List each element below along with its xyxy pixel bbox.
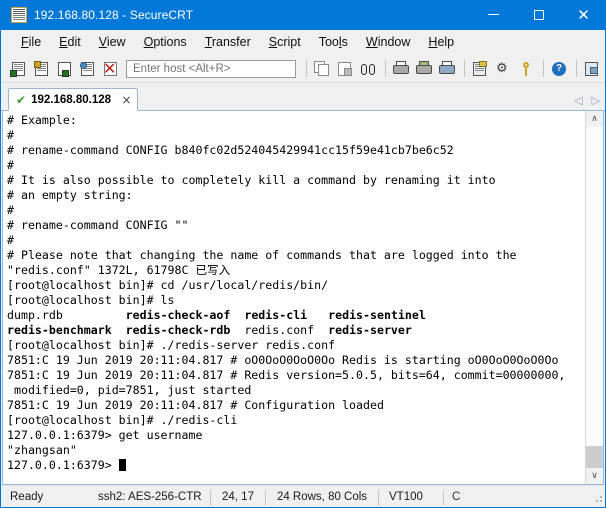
maximize-button[interactable] xyxy=(516,0,561,30)
menu-file[interactable]: File xyxy=(12,32,50,52)
print-icon[interactable] xyxy=(391,59,411,79)
tab-prev-icon[interactable]: ◁ xyxy=(574,94,582,107)
menu-view[interactable]: View xyxy=(90,32,135,52)
tab-label: 192.168.80.128 xyxy=(31,93,112,106)
close-icon: ✕ xyxy=(577,5,590,24)
new-session-icon[interactable] xyxy=(9,59,29,79)
help-icon[interactable]: ? xyxy=(549,59,569,79)
terminal-cursor xyxy=(118,459,126,471)
menu-options[interactable]: Options xyxy=(135,32,196,52)
disconnect-icon[interactable]: ✕ xyxy=(101,59,121,79)
resize-grip[interactable] xyxy=(590,490,604,504)
find-icon[interactable] xyxy=(358,59,378,79)
tab-bar: ✔ 192.168.80.128 × ◁ ▷ xyxy=(0,83,606,111)
status-ready: Ready xyxy=(10,491,44,503)
close-button[interactable]: ✕ xyxy=(561,0,606,30)
menu-tools[interactable]: Tools xyxy=(310,32,357,52)
scroll-down-button[interactable]: ∨ xyxy=(586,468,603,484)
toolbar-separator-2 xyxy=(385,60,386,77)
terminal-text: # Example: # # rename-command CONFIG b84… xyxy=(7,113,566,472)
toolbar-separator-5 xyxy=(576,60,577,77)
arrange-windows-icon[interactable] xyxy=(582,59,602,79)
status-encryption: ssh2: AES-256-CTR xyxy=(98,491,202,503)
key-icon[interactable] xyxy=(516,59,536,79)
toolbar-separator-3 xyxy=(464,60,465,77)
print-screen-icon[interactable] xyxy=(437,59,457,79)
reconnect-icon[interactable] xyxy=(78,59,98,79)
terminal-area: # Example: # # rename-command CONFIG b84… xyxy=(2,111,604,485)
connected-check-icon: ✔ xyxy=(16,92,27,107)
terminal-screen[interactable]: # Example: # # rename-command CONFIG b84… xyxy=(3,111,585,484)
status-cursor-position: 24, 17 xyxy=(222,491,254,503)
menu-help[interactable]: Help xyxy=(419,32,463,52)
window-title: 192.168.80.128 - SecureCRT xyxy=(34,8,194,22)
tool-bar: ✕ ⚙ xyxy=(0,55,606,83)
scrollbar-thumb[interactable] xyxy=(586,446,603,468)
tab-close-icon[interactable]: × xyxy=(120,93,133,107)
status-capture: C xyxy=(452,491,461,503)
toolbar-separator-4 xyxy=(543,60,544,77)
title-bar: 192.168.80.128 - SecureCRT ✕ xyxy=(0,0,606,30)
status-bar: Ready ssh2: AES-256-CTR 24, 17 24 Rows, … xyxy=(0,485,606,508)
print-selection-icon[interactable] xyxy=(414,59,434,79)
tab-nav-buttons: ◁ ▷ xyxy=(574,94,606,110)
minimize-button[interactable] xyxy=(471,0,516,30)
securecrt-window: 192.168.80.128 - SecureCRT ✕ File Edit V… xyxy=(0,0,606,508)
menu-script[interactable]: Script xyxy=(260,32,310,52)
window-controls: ✕ xyxy=(471,0,606,30)
menu-bar: File Edit View Options Transfer Script T… xyxy=(0,30,606,55)
tab-next-icon[interactable]: ▷ xyxy=(592,94,600,107)
toolbar-separator xyxy=(306,60,307,77)
menu-window[interactable]: Window xyxy=(357,32,419,52)
status-emulation: VT100 xyxy=(389,491,423,503)
menu-edit[interactable]: Edit xyxy=(50,32,90,52)
connect-sftp-icon[interactable] xyxy=(32,59,52,79)
host-input[interactable] xyxy=(131,61,295,76)
log-session-icon[interactable] xyxy=(470,59,490,79)
status-dimensions: 24 Rows, 80 Cols xyxy=(276,491,368,503)
connect-in-tab-icon[interactable] xyxy=(55,59,75,79)
paste-icon[interactable] xyxy=(335,59,355,79)
scroll-up-button[interactable]: ∧ xyxy=(586,111,603,127)
scrollbar-track[interactable] xyxy=(586,127,603,468)
securecrt-icon xyxy=(11,7,27,23)
terminal-scrollbar[interactable]: ∧ ∨ xyxy=(585,111,603,484)
maximize-icon xyxy=(533,10,544,20)
session-options-icon[interactable]: ⚙ xyxy=(493,59,513,79)
minimize-icon xyxy=(488,14,499,15)
host-input-box[interactable] xyxy=(126,59,296,78)
menu-transfer[interactable]: Transfer xyxy=(196,32,260,52)
tab-192-168-80-128[interactable]: ✔ 192.168.80.128 × xyxy=(8,88,139,111)
copy-icon[interactable] xyxy=(312,59,332,79)
